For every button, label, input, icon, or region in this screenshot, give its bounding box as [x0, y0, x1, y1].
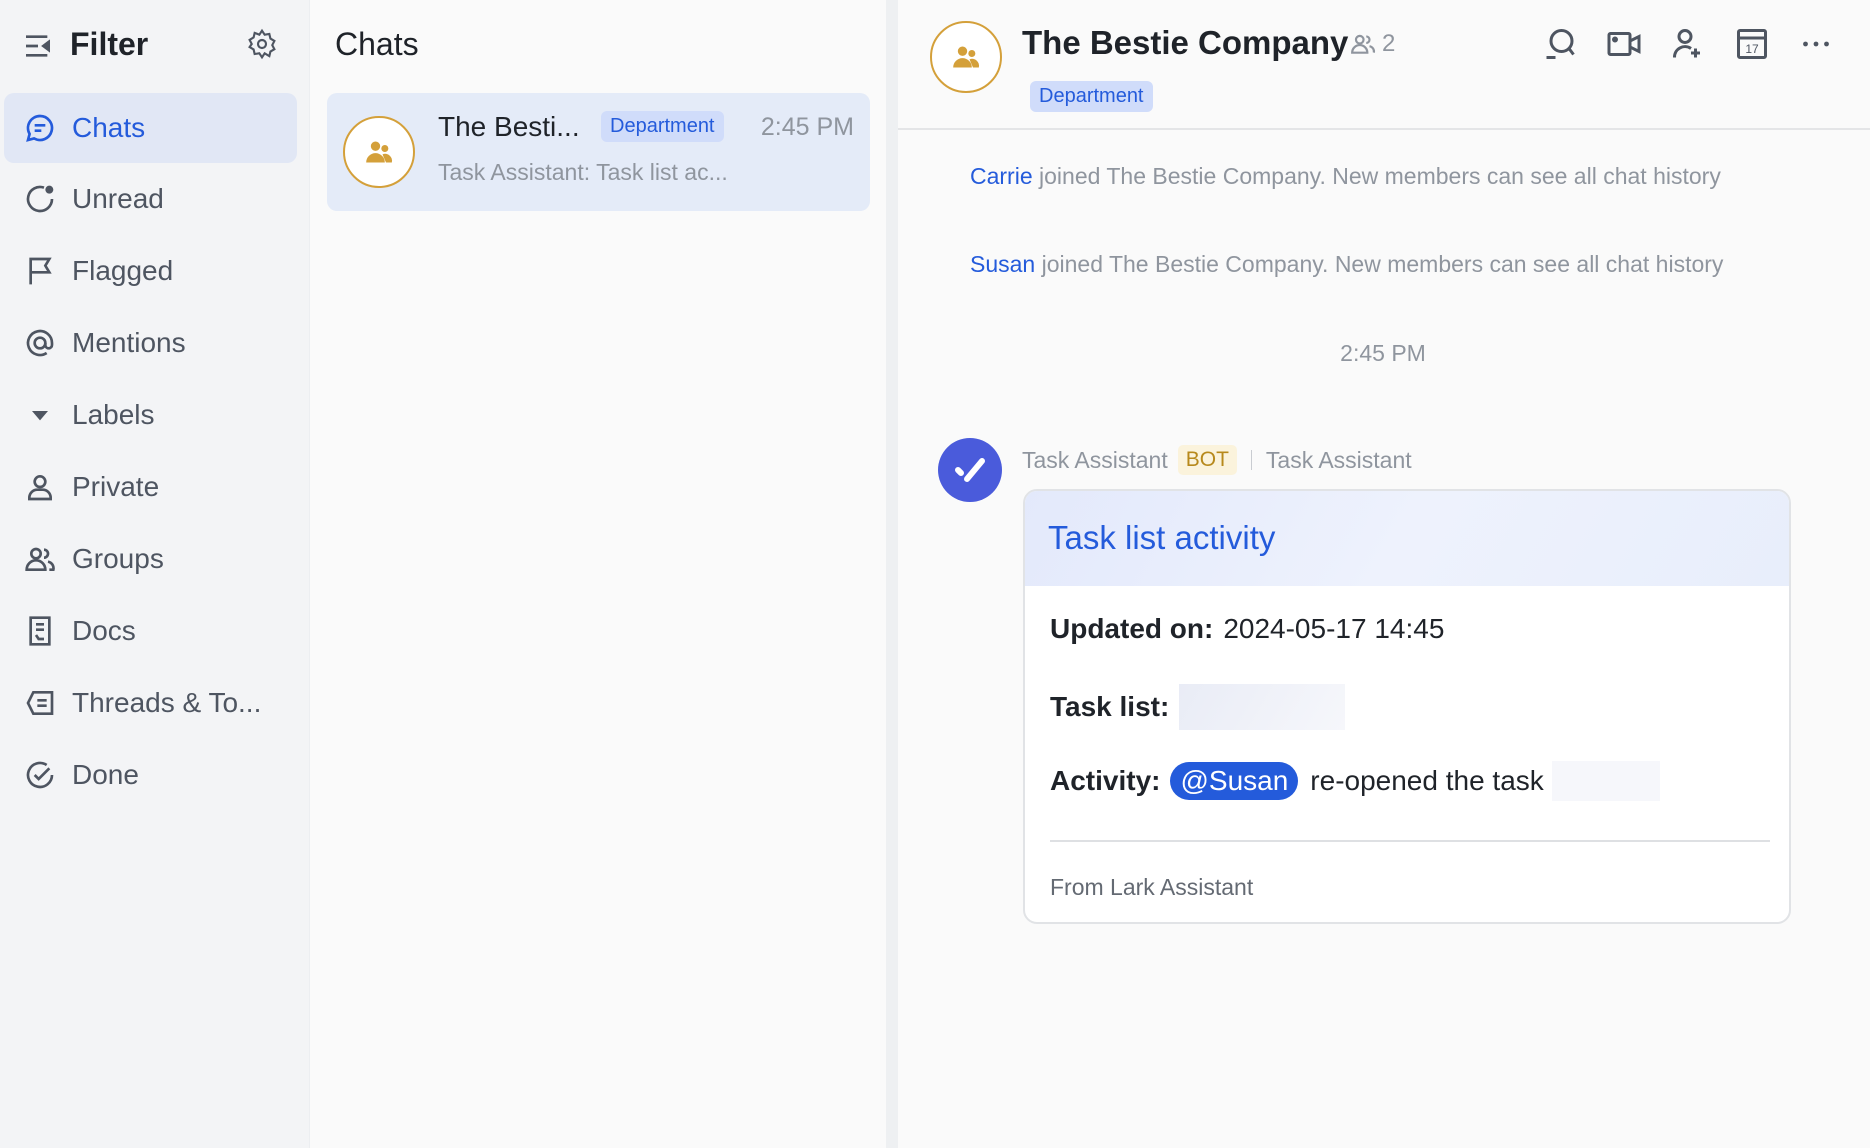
sidebar-item-label: Flagged [72, 255, 173, 287]
member-count-value: 2 [1382, 30, 1395, 58]
member-name-link[interactable]: Susan [970, 251, 1035, 277]
calendar-icon[interactable]: 17 [1734, 26, 1770, 62]
bot-avatar[interactable] [938, 438, 1002, 502]
sidebar: Filter Chats Unread Flagged Mentions Lab… [0, 0, 310, 1148]
sidebar-item-done[interactable]: Done [4, 740, 297, 810]
updated-value: 2024-05-17 14:45 [1223, 613, 1444, 645]
check-circle-icon [24, 759, 56, 791]
sender-name[interactable]: Task Assistant [1022, 447, 1168, 474]
chat-list-title: Chats [335, 26, 419, 63]
filter-title: Filter [70, 26, 148, 63]
message-source: Task Assistant [1266, 447, 1412, 474]
gear-icon[interactable] [246, 28, 278, 60]
bot-badge: BOT [1178, 445, 1237, 475]
sidebar-item-unread[interactable]: Unread [4, 164, 297, 234]
search-icon[interactable] [1542, 26, 1578, 62]
sidebar-item-label: Done [72, 759, 139, 791]
video-call-icon[interactable] [1606, 26, 1642, 62]
sidebar-item-flagged[interactable]: Flagged [4, 236, 297, 306]
thread-icon [24, 687, 56, 719]
separator [1251, 450, 1252, 470]
chat-name: The Besti... [438, 111, 580, 143]
sidebar-item-chats[interactable]: Chats [4, 93, 297, 163]
group-icon [365, 138, 393, 166]
chat-preview: Task Assistant: Task list ac... [438, 159, 728, 186]
card-title: Task list activity [1048, 519, 1275, 557]
chat-panel: The Bestie Company 2 Department 17 Carri… [898, 0, 1870, 1148]
department-tag: Department [601, 111, 724, 142]
system-message: Susan joined The Bestie Company. New mem… [970, 251, 1723, 278]
system-message: Carrie joined The Bestie Company. New me… [970, 163, 1721, 190]
time-divider: 2:45 PM [898, 340, 1868, 367]
sidebar-item-label: Groups [72, 543, 164, 575]
member-count[interactable]: 2 [1350, 30, 1395, 58]
chat-title: The Bestie Company [1022, 24, 1348, 62]
tasklist-label: Task list: [1050, 691, 1169, 723]
mention-chip[interactable]: @Susan [1170, 762, 1298, 800]
svg-text:17: 17 [1745, 42, 1759, 56]
triangle-down-icon [24, 399, 56, 431]
card-footer: From Lark Assistant [1050, 874, 1253, 901]
more-icon[interactable] [1798, 26, 1834, 62]
activity-text: re-opened the task [1310, 765, 1544, 797]
flag-icon [24, 255, 56, 287]
sidebar-item-label: Threads & To... [72, 687, 261, 719]
tasklist-link[interactable] [1179, 684, 1345, 730]
task-check-icon [952, 452, 988, 488]
activity-label: Activity: [1050, 765, 1160, 797]
sidebar-item-labels[interactable]: Labels [4, 380, 297, 450]
department-tag: Department [1030, 81, 1153, 112]
add-member-icon[interactable] [1670, 26, 1706, 62]
group-avatar[interactable] [930, 21, 1002, 93]
message-sender-line: Task Assistant BOT Task Assistant [1022, 445, 1412, 475]
task-link[interactable] [1552, 761, 1660, 801]
person-icon [24, 471, 56, 503]
sidebar-item-label: Labels [72, 399, 155, 431]
updated-label: Updated on: [1050, 613, 1213, 645]
chat-header: The Bestie Company 2 Department 17 [898, 0, 1870, 130]
members-icon [1350, 31, 1376, 57]
sidebar-item-label: Chats [72, 112, 145, 144]
group-icon [24, 543, 56, 575]
system-message-text: joined The Bestie Company. New members c… [1042, 251, 1724, 277]
collapse-filter-icon[interactable] [22, 30, 54, 62]
sidebar-item-label: Docs [72, 615, 136, 647]
sidebar-item-docs[interactable]: Docs [4, 596, 297, 666]
sidebar-item-label: Mentions [72, 327, 186, 359]
sidebar-item-threads[interactable]: Threads & To... [4, 668, 297, 738]
sidebar-item-groups[interactable]: Groups [4, 524, 297, 594]
member-name-link[interactable]: Carrie [970, 163, 1033, 189]
sidebar-item-label: Private [72, 471, 159, 503]
card-divider [1050, 840, 1770, 842]
chat-time: 2:45 PM [761, 113, 854, 142]
chat-list-panel: Chats The Besti... Department 2:45 PM Ta… [310, 0, 886, 1148]
chat-icon [24, 112, 56, 144]
system-message-text: joined The Bestie Company. New members c… [1039, 163, 1721, 189]
updated-row: Updated on: 2024-05-17 14:45 [1050, 613, 1444, 645]
at-icon [24, 327, 56, 359]
task-activity-card: Task list activity Updated on: 2024-05-17… [1023, 489, 1791, 924]
tasklist-row: Task list: [1050, 684, 1345, 730]
panel-divider[interactable] [886, 0, 898, 1148]
group-avatar [343, 116, 415, 188]
unread-icon [24, 183, 56, 215]
chat-list-item[interactable]: The Besti... Department 2:45 PM Task Ass… [327, 93, 870, 211]
sidebar-item-label: Unread [72, 183, 164, 215]
sidebar-item-private[interactable]: Private [4, 452, 297, 522]
sidebar-item-mentions[interactable]: Mentions [4, 308, 297, 378]
doc-icon [24, 615, 56, 647]
group-icon [952, 43, 980, 71]
activity-row: Activity: @Susan re-opened the task [1050, 761, 1660, 801]
